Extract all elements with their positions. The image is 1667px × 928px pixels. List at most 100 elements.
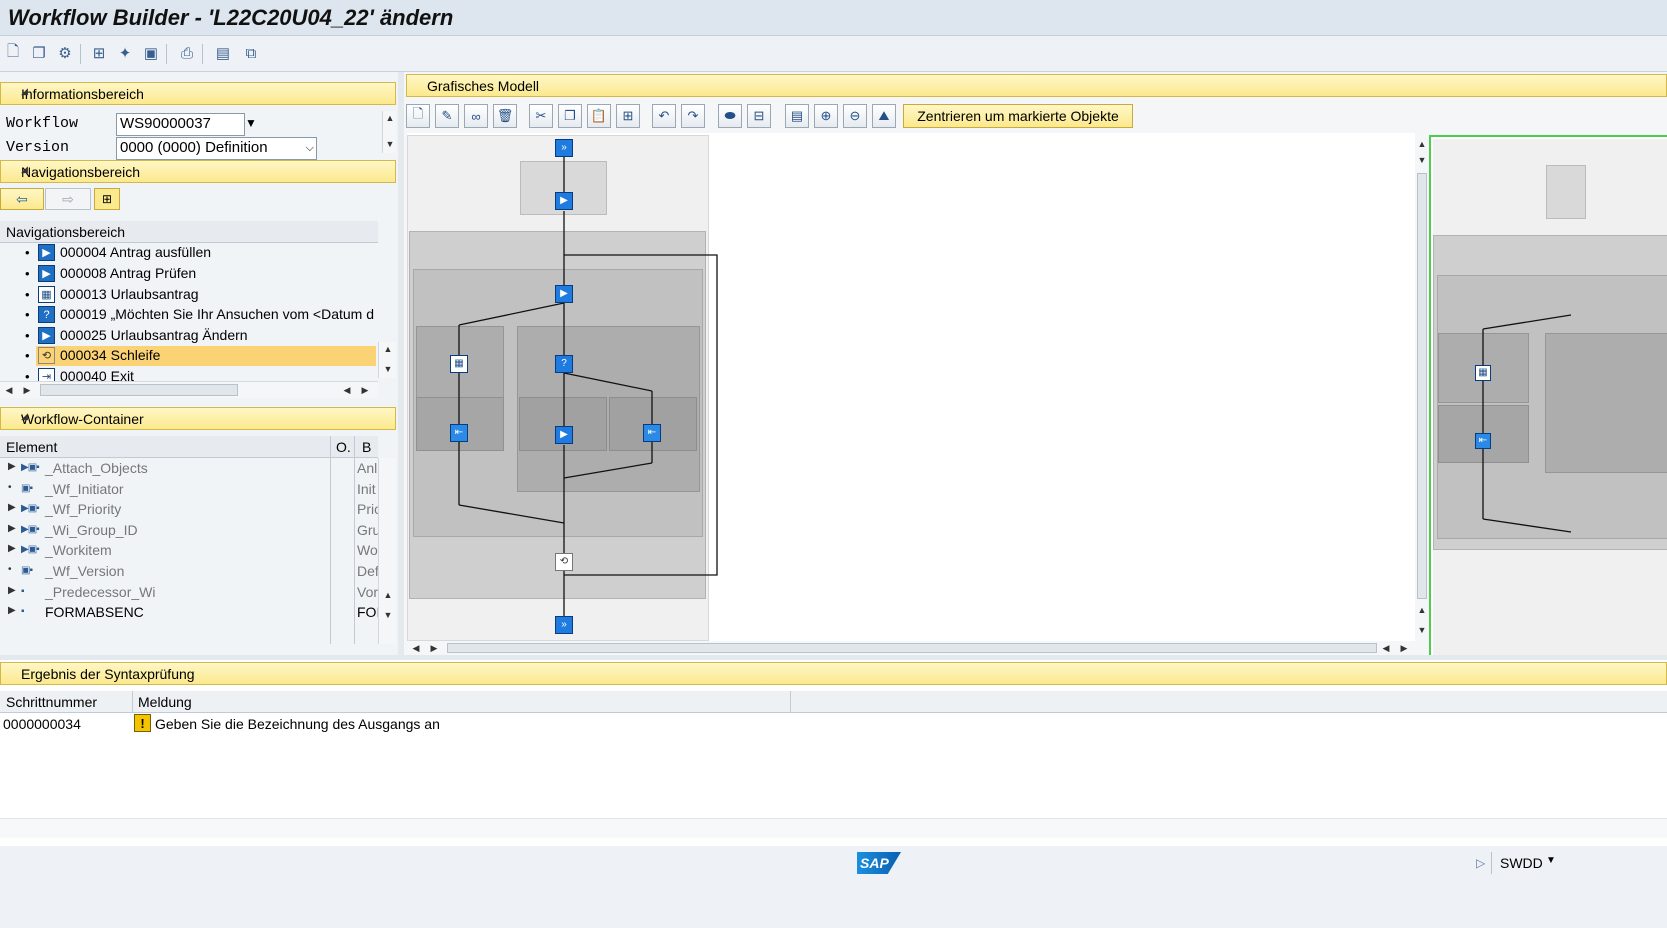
scroll-left-icon[interactable]: ◀ xyxy=(340,383,354,397)
chevron-down-icon[interactable]: ⌵ xyxy=(306,138,314,158)
expand-icon[interactable]: ▶ xyxy=(8,605,16,616)
overview-panel[interactable]: ▦ ⇤ xyxy=(1429,135,1667,655)
scroll-thumb[interactable] xyxy=(1417,173,1427,599)
container-header[interactable]: Workflow-Container ◢ xyxy=(0,407,396,430)
container-row[interactable]: • ▣▪ _Wf_Initiator xyxy=(0,480,330,500)
scroll-up-icon[interactable]: ▲ xyxy=(381,342,395,356)
workflow-icon[interactable]: ⊞ xyxy=(88,42,110,64)
edit-pencil-icon[interactable]: ✎ xyxy=(435,104,459,128)
zoom-out-icon[interactable]: ⊖ xyxy=(843,104,867,128)
container-row[interactable]: ▶ ▶▣▪ _Workitem xyxy=(0,541,330,561)
nav-item[interactable]: • ▶ 000025 Urlaubsantrag Ändern xyxy=(0,326,376,346)
info-scrollbar[interactable]: ▲ ▼ xyxy=(382,111,396,153)
exit-node-icon[interactable]: ⇤ xyxy=(643,424,661,442)
workflow-dropdown-icon[interactable]: ▼ xyxy=(245,116,257,130)
scroll-thumb[interactable] xyxy=(447,643,1377,653)
print-icon[interactable]: ⎙ xyxy=(176,42,198,64)
nav-item-selected[interactable]: ⟲ 000034 Schleife xyxy=(36,346,376,366)
window-icon[interactable]: ⧉ xyxy=(240,42,262,64)
expand-icon[interactable]: ▶ xyxy=(8,461,16,472)
zoom-in-icon[interactable]: ⊕ xyxy=(814,104,838,128)
status-play-icon[interactable]: ▷ xyxy=(1476,856,1485,870)
scroll-down-icon[interactable]: ▼ xyxy=(383,137,397,151)
scroll-right-icon[interactable]: ▶ xyxy=(20,383,34,397)
syntax-row[interactable]: 0000000034 ! Geben Sie die Bezeichnung d… xyxy=(0,714,790,736)
forward-arrow-icon[interactable]: ⇨ xyxy=(45,188,91,210)
paste-icon[interactable]: 📋 xyxy=(587,104,611,128)
container-row[interactable]: ▶ ▶▣▪ _Wi_Group_ID xyxy=(0,521,330,541)
nav-item[interactable]: • ⇥ 000040 Exit xyxy=(0,367,376,381)
diagram-canvas[interactable]: » ▶ ▶ ▦ ? ⇤ ▶ ⇤ ⟲ » xyxy=(407,133,1415,641)
scroll-down-icon[interactable]: ▼ xyxy=(381,362,395,376)
scroll-up-icon[interactable]: ▲ xyxy=(1415,137,1429,151)
copy-icon[interactable]: ❐ xyxy=(28,42,50,64)
settings-icon[interactable]: ⚙ xyxy=(54,42,76,64)
scroll-right-icon[interactable]: ▶ xyxy=(1397,641,1411,655)
pot-icon[interactable]: ⬬ xyxy=(718,104,742,128)
display-glasses-icon[interactable]: ∞ xyxy=(464,104,488,128)
nav-item[interactable]: •? 000019 „Möchten Sie Ihr Ansuchen vom <… xyxy=(0,305,376,325)
new-document-icon[interactable]: 🗋 xyxy=(2,42,24,64)
container-row[interactable]: ▶ ▪ _Predecessor_Wi xyxy=(0,583,330,603)
decision-node-icon[interactable]: ? xyxy=(555,355,573,373)
expand-icon[interactable]: ▶ xyxy=(8,523,16,534)
expand-icon[interactable]: ▶ xyxy=(8,585,16,596)
cut-icon[interactable]: ✂ xyxy=(529,104,553,128)
workflow-field[interactable]: WS90000037 xyxy=(116,113,245,136)
expand-icon[interactable]: ▶ xyxy=(8,543,16,554)
container-row[interactable]: • ▣▪ _Wf_Version xyxy=(0,562,330,582)
nav-area-header[interactable]: Navigationsbereich ◢ xyxy=(0,160,396,183)
expand-icon[interactable]: ▶ xyxy=(8,502,16,513)
info-area-header[interactable]: Informationsbereich ◢ xyxy=(0,82,396,105)
scroll-right-icon[interactable]: ▶ xyxy=(427,641,441,655)
nav-vscrollbar[interactable]: ▲ ▼ xyxy=(378,342,396,378)
nav-item-label: 000034 Schleife xyxy=(60,347,161,363)
activity-node-icon[interactable]: ▶ xyxy=(555,285,573,303)
scroll-right-icon[interactable]: ▶ xyxy=(358,383,372,397)
canvas-hscrollbar[interactable]: ◀ ▶ ◀ ▶ xyxy=(407,641,1415,655)
workflow-end-icon[interactable]: » xyxy=(555,616,573,634)
container-row[interactable]: ▶ ▶▣▪ _Wf_Priority xyxy=(0,500,330,520)
structure-icon[interactable]: ⊟ xyxy=(747,104,771,128)
scroll-up-icon[interactable]: ▲ xyxy=(1415,603,1429,617)
nav-item[interactable]: • ▶ 000004 Antrag ausfüllen xyxy=(0,243,376,263)
new-icon[interactable]: 🗋 xyxy=(406,104,430,128)
form-node-icon[interactable]: ▦ xyxy=(450,355,468,373)
undo-icon[interactable]: ↶ xyxy=(652,104,676,128)
exit-node-icon[interactable]: ⇤ xyxy=(450,424,468,442)
activity-node-icon[interactable]: ▶ xyxy=(555,192,573,210)
align-icon[interactable]: ▤ xyxy=(785,104,809,128)
back-arrow-icon[interactable]: ⇦ xyxy=(0,188,44,210)
picture-icon[interactable]: ⛰ xyxy=(872,104,896,128)
nav-item[interactable]: • ▦ 000013 Urlaubsantrag xyxy=(0,285,376,305)
canvas-vscrollbar[interactable]: ▲ ▼ ▲ ▼ xyxy=(1415,133,1429,641)
scroll-down-icon[interactable]: ▼ xyxy=(1415,153,1429,167)
delete-trash-icon[interactable]: 🗑 xyxy=(493,104,517,128)
chevron-down-icon[interactable]: ▼ xyxy=(1546,855,1556,866)
test-icon[interactable]: ▣ xyxy=(140,42,162,64)
nav-hscrollbar[interactable]: ◀ ▶ ◀ ▶ xyxy=(0,381,378,398)
redo-icon[interactable]: ↷ xyxy=(681,104,705,128)
scroll-up-icon[interactable]: ▲ xyxy=(381,588,395,602)
scroll-left-icon[interactable]: ◀ xyxy=(409,641,423,655)
container-row[interactable]: ▶ ▶▣▪ _Attach_Objects xyxy=(0,459,330,479)
loop-node-icon[interactable]: ⟲ xyxy=(555,553,573,571)
workflow-start-icon[interactable]: » xyxy=(555,139,573,157)
scroll-up-icon[interactable]: ▲ xyxy=(383,111,397,125)
scroll-left-icon[interactable]: ◀ xyxy=(1379,641,1393,655)
scroll-down-icon[interactable]: ▼ xyxy=(381,608,395,622)
container-row[interactable]: ▶ ▪ FORMABSENC xyxy=(0,603,330,623)
scroll-down-icon[interactable]: ▼ xyxy=(1415,623,1429,637)
container-vscrollbar[interactable]: ▲ ▼ xyxy=(378,458,396,644)
center-marked-objects-button[interactable]: Zentrieren um markierte Objekte xyxy=(903,104,1133,128)
nav-item[interactable]: • ▶ 000008 Antrag Prüfen xyxy=(0,264,376,284)
magic-wand-icon[interactable]: ✦ xyxy=(114,42,136,64)
activity-node-icon[interactable]: ▶ xyxy=(555,426,573,444)
layout-icon[interactable]: ▤ xyxy=(212,42,234,64)
insert-block-icon[interactable]: ⊞ xyxy=(616,104,640,128)
version-select[interactable]: 0000 (0000) Definition ⌵ xyxy=(116,137,317,160)
scroll-thumb[interactable] xyxy=(40,384,238,396)
scroll-left-icon[interactable]: ◀ xyxy=(2,383,16,397)
overview-icon[interactable]: ⊞ xyxy=(94,188,120,210)
copy-icon[interactable]: ❐ xyxy=(558,104,582,128)
